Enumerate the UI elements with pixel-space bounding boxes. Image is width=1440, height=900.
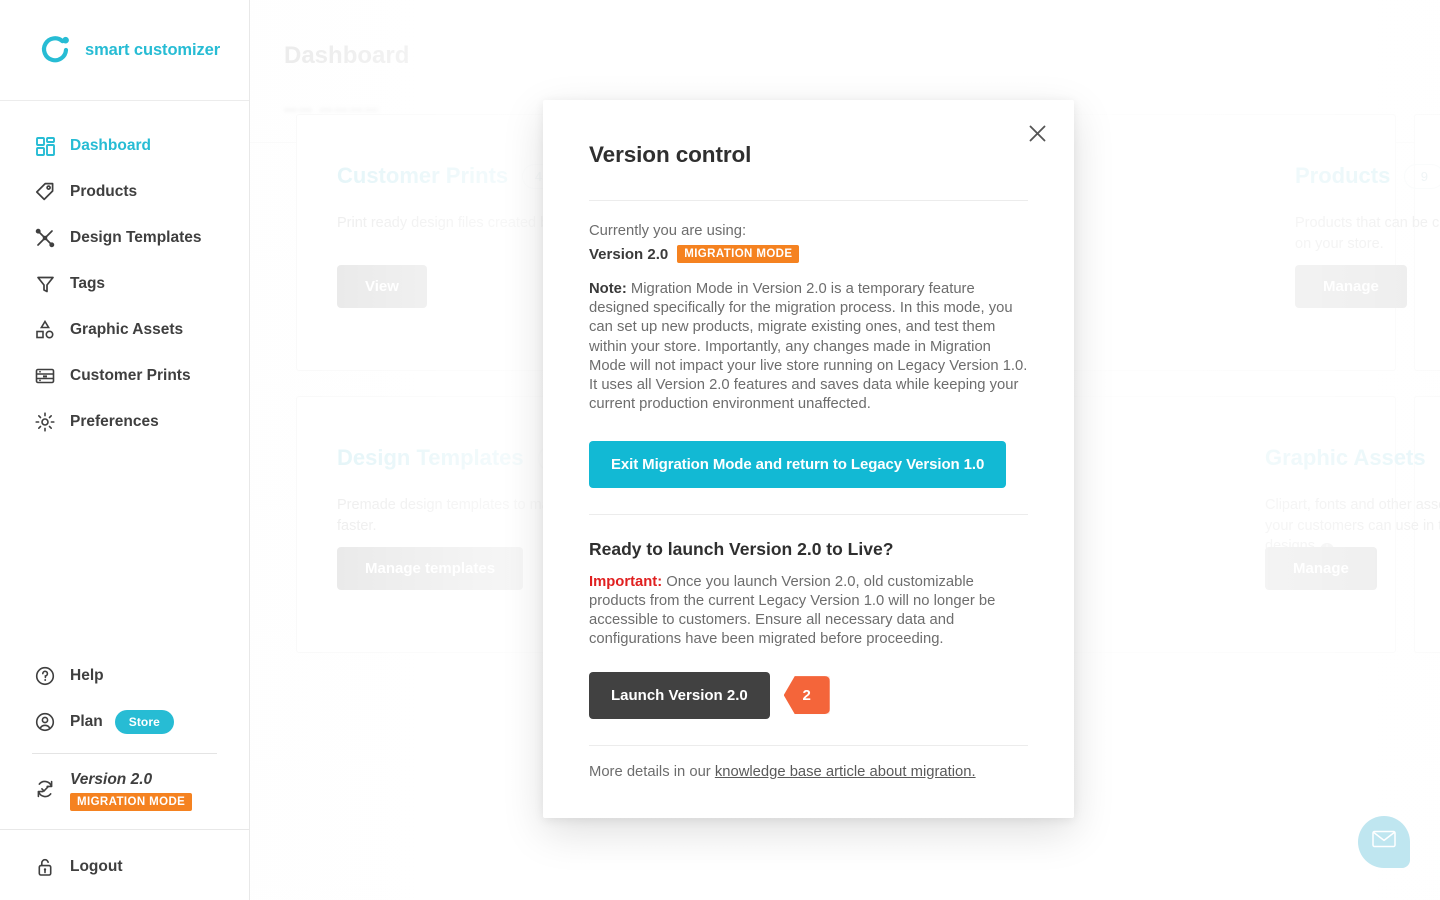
sidebar-item-help[interactable]: Help xyxy=(0,653,249,699)
card-products: Products 9 Products that can be customiz… xyxy=(1295,114,1440,371)
dialog-title: Version control xyxy=(589,142,752,167)
card-graphic-assets: Graphic Assets 14 Clipart, fonts and oth… xyxy=(1265,396,1440,653)
dialog-divider-2 xyxy=(589,513,1028,515)
sidebar-item-label: Products xyxy=(70,183,138,200)
sidebar-separator xyxy=(32,752,217,754)
knowledge-base-link[interactable]: knowledge base article about migration. xyxy=(715,764,976,780)
footer-note: More details in our knowledge base artic… xyxy=(589,764,1028,780)
card-description-text: Products that can be customized on your … xyxy=(1295,215,1440,252)
current-version-row: Version 2.0 MIGRATION MODE xyxy=(589,245,1028,263)
page-title: Dashboard xyxy=(284,42,410,69)
version-control-dialog: Version control Currently you are using:… xyxy=(543,100,1074,818)
sidebar-item-label: Design Templates xyxy=(70,229,202,246)
sidebar-item-preferences[interactable]: Preferences xyxy=(0,399,249,445)
card-title: Graphic Assets xyxy=(1265,445,1426,470)
tag-icon xyxy=(32,179,58,205)
close-button[interactable] xyxy=(1022,120,1052,150)
gear-icon xyxy=(32,409,58,435)
migration-mode-badge: MIGRATION MODE xyxy=(70,793,193,811)
user-circle-icon xyxy=(32,709,58,735)
envelope-icon xyxy=(1372,830,1396,854)
note-body: Migration Mode in Version 2.0 is a tempo… xyxy=(589,281,1028,413)
card-header: Design Templates 4 xyxy=(337,445,578,471)
ready-to-launch-heading: Ready to launch Version 2.0 to Live? xyxy=(589,538,894,559)
shapes-icon xyxy=(32,317,58,343)
manage-templates-button[interactable]: Manage templates xyxy=(337,547,524,590)
footer-prefix: More details in our xyxy=(589,763,715,780)
current-version-text: Version 2.0 xyxy=(589,245,669,263)
sidebar-item-label: Plan xyxy=(70,712,103,730)
sidebar-item-dashboard[interactable]: Dashboard xyxy=(0,123,249,169)
lock-icon xyxy=(32,854,58,880)
funnel-icon xyxy=(32,271,58,297)
dialog-divider-3 xyxy=(589,744,1028,746)
brand-name: smart customizer xyxy=(85,40,221,59)
sidebar-bottom: Help Plan Store Version 2.0 MIGRATION MO… xyxy=(0,653,249,900)
version-label: Version 2.0 xyxy=(70,770,153,788)
sidebar-item-label: Help xyxy=(70,666,104,684)
card-title: Products xyxy=(1295,163,1391,188)
plan-badge[interactable]: Store xyxy=(114,709,174,734)
sidebar-item-design-templates[interactable]: Design Templates xyxy=(0,215,249,261)
smart-customizer-logo-icon xyxy=(38,33,72,67)
card-header: Customer Prints 45 xyxy=(337,163,563,189)
app-root: smart customizer Dashboard Products Desi… xyxy=(0,0,1440,900)
sidebar-item-label: Tags xyxy=(70,275,106,292)
note-label: Note: xyxy=(589,281,627,297)
exit-migration-mode-button[interactable]: Exit Migration Mode and return to Legacy… xyxy=(589,440,1007,488)
page-subtitle-placeholder: ▬▬ ▬▬▬▬ xyxy=(284,100,380,115)
sidebar-item-customer-prints[interactable]: Customer Prints xyxy=(0,353,249,399)
sidebar-item-label: Customer Prints xyxy=(70,367,191,384)
sidebar-item-label: Graphic Assets xyxy=(70,321,184,338)
step-number-badge: 2 xyxy=(783,676,830,715)
scissors-icon xyxy=(32,225,58,251)
card-title: Design Templates xyxy=(337,445,524,470)
sync-check-icon xyxy=(32,776,58,802)
card-header: Products 9 xyxy=(1295,163,1440,189)
important-paragraph: Important: Once you launch Version 2.0, … xyxy=(589,573,1028,650)
sidebar-item-tags[interactable]: Tags xyxy=(0,261,249,307)
launch-row: Launch Version 2.0 2 xyxy=(589,671,1028,719)
manage-button[interactable]: Manage xyxy=(1265,547,1377,590)
currently-using-label: Currently you are using: xyxy=(589,223,747,239)
print-icon xyxy=(32,363,58,389)
card-header: Graphic Assets 14 xyxy=(1265,445,1440,471)
migration-mode-badge: MIGRATION MODE xyxy=(677,245,800,263)
question-circle-icon xyxy=(32,663,58,689)
launch-version-button[interactable]: Launch Version 2.0 xyxy=(589,671,770,719)
note-paragraph: Note: Migration Mode in Version 2.0 is a… xyxy=(589,280,1028,415)
grid-icon xyxy=(32,133,58,159)
sidebar-item-plan[interactable]: Plan Store xyxy=(0,699,249,745)
card-count-badge: 9 xyxy=(1404,163,1440,189)
dialog-divider-1 xyxy=(589,200,1028,201)
sidebar-item-logout[interactable]: Logout xyxy=(0,844,249,890)
chat-support-button[interactable] xyxy=(1358,816,1410,868)
sidebar-item-label: Dashboard xyxy=(70,137,151,154)
sidebar-item-version[interactable]: Version 2.0 MIGRATION MODE xyxy=(0,762,249,821)
sidebar-nav: Dashboard Products Design Templates Tags… xyxy=(0,101,249,445)
card-description-text: Clipart, fonts and other assets that you… xyxy=(1265,497,1440,554)
sidebar-item-label: Logout xyxy=(70,858,123,875)
sidebar-item-graphic-assets[interactable]: Graphic Assets xyxy=(0,307,249,353)
view-button[interactable]: View xyxy=(337,265,427,308)
sidebar: smart customizer Dashboard Products Desi… xyxy=(0,0,250,900)
close-icon xyxy=(1028,124,1047,146)
logout-wrap: Logout xyxy=(0,829,249,890)
card-title: Customer Prints xyxy=(337,163,509,188)
important-label: Important: xyxy=(589,573,663,590)
sidebar-item-label: Preferences xyxy=(70,413,159,430)
sidebar-item-products[interactable]: Products xyxy=(0,169,249,215)
card-description: Products that can be customized on your … xyxy=(1295,213,1440,254)
manage-button[interactable]: Manage xyxy=(1295,265,1407,308)
brand-logo[interactable]: smart customizer xyxy=(0,0,249,101)
